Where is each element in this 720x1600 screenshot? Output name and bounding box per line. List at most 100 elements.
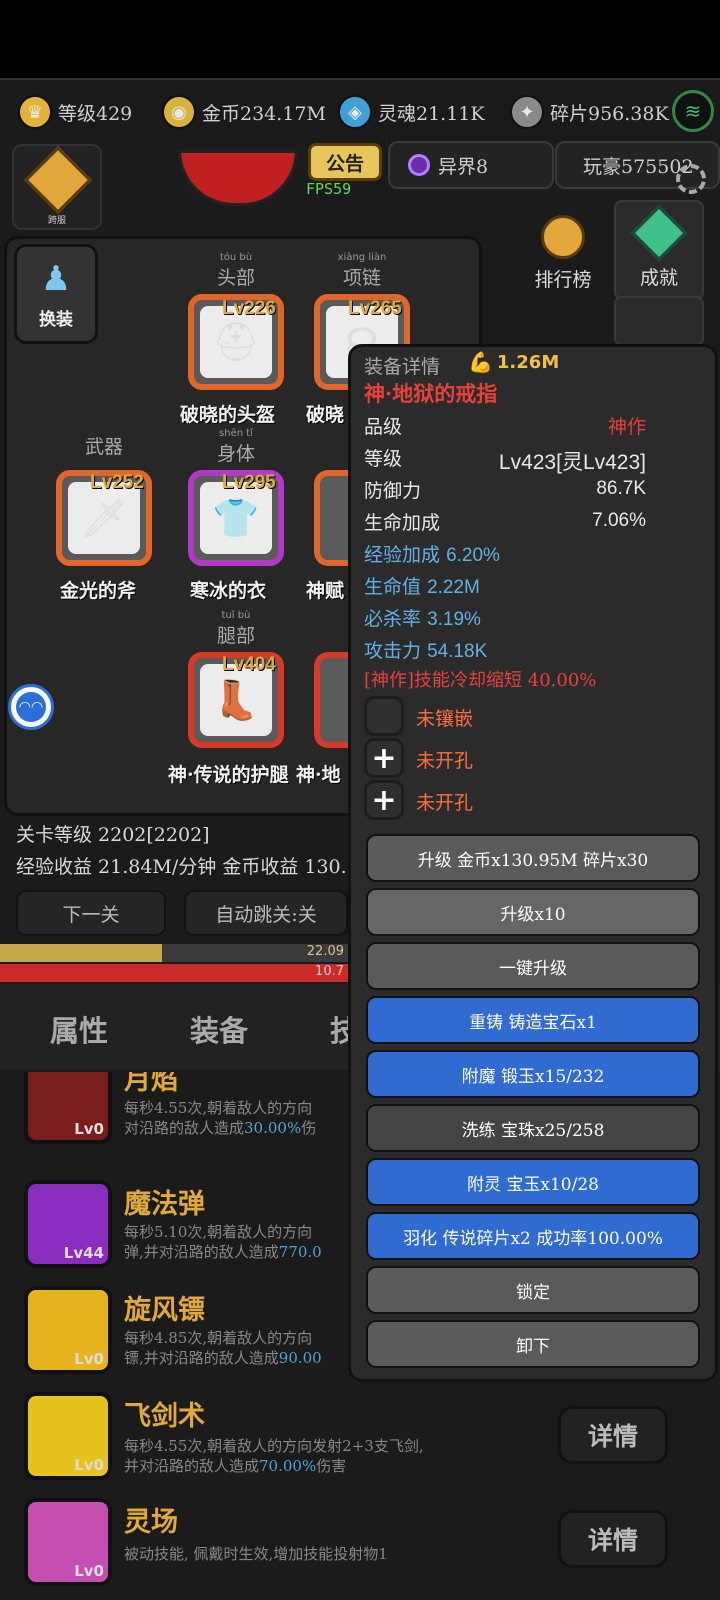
swap-label: 换装 [39, 309, 73, 330]
necklace-title: xiàng liàn 项链 [337, 252, 387, 289]
extra-stat-0: 经验加成 6.20% [364, 544, 500, 566]
chat-face-icon: ◠◠ [16, 692, 46, 722]
weapon-title: 武器 [84, 436, 123, 458]
skill-row-2[interactable]: Lv0 旋风镖 每秒4.85次,朝着敌人的方向 镖,并对沿路的敌人造成90.00 [20, 1286, 350, 1386]
fragment-resource: ✦ 碎片956.38K [510, 92, 669, 132]
skill-row-4[interactable]: Lv0 灵场 被动技能, 佩戴时生效,增加技能投射物1 详情 [20, 1498, 700, 1598]
fps-counter: FPS59 [306, 180, 352, 198]
achievement-label: 成就 [639, 267, 678, 289]
reforge-button[interactable]: 重铸 铸造宝石x1 [366, 996, 700, 1044]
trophy-icon [541, 215, 585, 259]
realm-button[interactable]: 异界8 [388, 141, 554, 189]
tab-attributes[interactable]: 属性 [50, 1008, 108, 1050]
head-level: Lv226 [222, 298, 276, 319]
coin-icon: ◉ [162, 95, 196, 129]
person-icon: ♟ [40, 258, 72, 299]
extra-stat-3: 攻击力 54.18K [364, 640, 488, 662]
auto-skip-button[interactable]: 自动跳关:关 [184, 890, 348, 936]
tab-equipment[interactable]: 装备 [190, 1008, 248, 1050]
signal-icon[interactable]: ≋ [672, 90, 714, 132]
portal-icon [408, 154, 430, 176]
weapon-name: 金光的斧 [60, 580, 137, 602]
refine-button[interactable]: 洗练 宝珠x25/258 [366, 1104, 700, 1152]
gem-slot-0[interactable] [364, 696, 404, 736]
exp-bar: 22.09 [0, 944, 348, 962]
star-icon [630, 204, 688, 262]
legs-title: tuǐ bù 腿部 [216, 610, 255, 647]
cross-server-button[interactable]: 跨服 [12, 144, 102, 230]
flying-sword-icon: Lv0 [24, 1392, 112, 1480]
ring-name: 神赋 [306, 580, 345, 602]
gold-label: 金币234.17M [202, 102, 326, 125]
legs-name: 神·传说的护腿 [168, 764, 289, 786]
item-name: 神·地狱的戒指 [364, 381, 498, 406]
settings-gear-icon[interactable] [676, 164, 706, 194]
stage-level: 关卡等级 2202[2202] [16, 824, 210, 846]
hp-bonus-label: 生命加成 [364, 512, 441, 534]
gem-label-2: 未开孔 [416, 792, 474, 814]
flame-skill-icon: Lv0 [24, 1072, 112, 1144]
swap-outfit-button[interactable]: ♟ 换装 [14, 244, 98, 344]
body-name: 寒冰的衣 [190, 580, 267, 602]
gem-label-0: 未镶嵌 [416, 708, 474, 730]
detail-title: 装备详情 [364, 356, 441, 378]
level-value: Lv423[灵Lv423] [498, 451, 646, 474]
gem-slot-2[interactable]: + [364, 780, 404, 820]
resource-bar: ♛ 等级429 ◉ 金币234.17M ◈ 灵魂21.11K ✦ 碎片956.3… [0, 78, 720, 144]
skill-detail-button[interactable]: 详情 [558, 1510, 668, 1568]
spirit-field-icon: Lv0 [24, 1498, 112, 1586]
gem-label-1: 未开孔 [416, 750, 474, 772]
fragment-icon: ✦ [510, 95, 544, 129]
cross-server-label: 跨服 [47, 216, 66, 226]
extra-stat-1: 生命值 2.22M [364, 576, 480, 598]
plus-icon: + [371, 782, 397, 818]
necklace-level: Lv265 [348, 298, 402, 319]
achievement-button[interactable]: 成就 [614, 200, 704, 300]
chat-bubble-button[interactable]: ◠◠ [8, 684, 54, 730]
fragment-label: 碎片956.38K [550, 102, 669, 125]
head-title: tóu bù 头部 [216, 252, 255, 289]
notice-button[interactable]: 公告 [308, 143, 382, 181]
gem-slot-1[interactable]: + [364, 738, 404, 778]
quality-value: 神作 [607, 416, 646, 438]
next-stage-button[interactable]: 下一关 [16, 890, 166, 936]
one-click-upgrade-button[interactable]: 一键升级 [366, 942, 700, 990]
necklace-name: 破晓 [306, 404, 345, 426]
cross-icon [24, 146, 92, 214]
soul-icon: ◈ [338, 95, 372, 129]
gift-button[interactable] [614, 296, 704, 346]
magic-bolt-icon: Lv44 [24, 1180, 112, 1268]
hp-bar: 10.7 [0, 964, 348, 982]
muscle-icon: 💪 [468, 350, 493, 374]
skill-row-1[interactable]: Lv44 魔法弹 每秒5.10次,朝着敌人的方向 弹,并对沿路的敌人造成770.… [20, 1180, 350, 1280]
head-name: 破晓的头盔 [180, 404, 276, 426]
soul-resource: ◈ 灵魂21.11K [338, 92, 485, 132]
evolve-button[interactable]: 羽化 传说碎片x2 成功率100.00% [366, 1212, 700, 1260]
skill-row-3[interactable]: Lv0 飞剑术 每秒4.55次,朝着敌人的方向发射2+3支飞剑, 并对沿路的敌人… [20, 1392, 700, 1492]
enchant-button[interactable]: 附魔 锻玉x15/232 [366, 1050, 700, 1098]
level-label: 等级 [364, 448, 403, 470]
quality-label: 品级 [364, 416, 403, 438]
extra-stat-2: 必杀率 3.19% [364, 608, 481, 630]
plus-icon: + [371, 740, 397, 776]
weapon-level: Lv252 [90, 472, 144, 493]
skill-detail-button[interactable]: 详情 [558, 1406, 668, 1464]
body-level: Lv295 [222, 472, 276, 493]
special-effect: [神作]技能冷却缩短 40.00% [364, 670, 597, 691]
income-info: 经验收益 21.84M/分钟 金币收益 130. [16, 856, 347, 878]
unequip-button[interactable]: 卸下 [366, 1320, 700, 1368]
whirlwind-dart-icon: Lv0 [24, 1286, 112, 1374]
power-display: 💪 1.26M [468, 350, 560, 374]
rank-button[interactable]: 排行榜 [520, 200, 606, 300]
body-title: shēn tǐ 身体 [216, 428, 255, 465]
upgrade-x10-button[interactable]: 升级x10 [366, 888, 700, 936]
defense-label: 防御力 [364, 480, 422, 502]
hp-bonus-value: 7.06% [592, 510, 646, 531]
upgrade-button[interactable]: 升级 金币x130.95M 碎片x30 [366, 834, 700, 882]
exp-bar-fill [0, 944, 162, 962]
lock-button[interactable]: 锁定 [366, 1266, 700, 1314]
skill-row-0[interactable]: Lv0 月焰 每秒4.55次,朝着敌人的方向 对沿路的敌人造成30.00%伤 [20, 1072, 350, 1152]
level-label: 等级429 [58, 102, 133, 125]
spirit-attach-button[interactable]: 附灵 宝玉x10/28 [366, 1158, 700, 1206]
soul-label: 灵魂21.11K [378, 102, 485, 125]
